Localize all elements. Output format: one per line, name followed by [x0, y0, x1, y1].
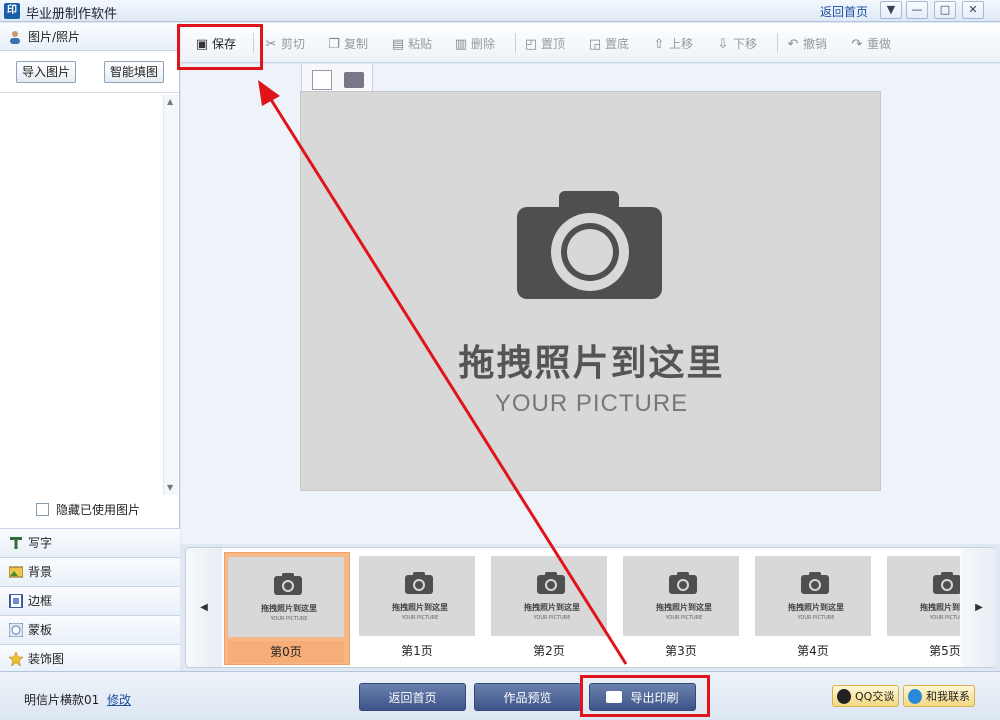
annotation-arrow: [258, 80, 628, 665]
